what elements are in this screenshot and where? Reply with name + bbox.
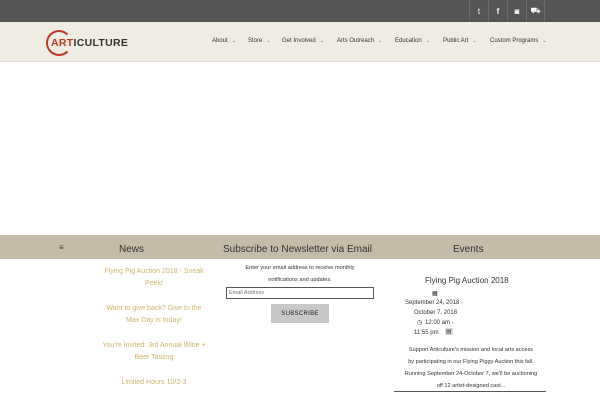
hero-area bbox=[0, 63, 600, 235]
chevron-down-icon: ⌄ bbox=[425, 38, 430, 44]
calendar-icon: ▦ bbox=[432, 291, 438, 297]
event-title[interactable]: Flying Pig Auction 2018 bbox=[425, 276, 509, 285]
event-time-end: 11:55 pm bbox=[414, 330, 439, 336]
nav-arts-outreach[interactable]: Arts Outreach ⌄ bbox=[337, 38, 382, 50]
twitter-icon[interactable]: t bbox=[469, 0, 488, 22]
nav-about[interactable]: About ⌄ bbox=[212, 38, 236, 50]
news-item[interactable]: Limited Hours 10/2-3 bbox=[94, 377, 214, 389]
cart-icon[interactable]: ⛟ bbox=[526, 0, 545, 22]
nav-education[interactable]: Education ⌄ bbox=[395, 38, 430, 50]
chevron-down-icon: ⌄ bbox=[378, 38, 383, 44]
event-date-start: September 24, 2018 - bbox=[405, 300, 464, 306]
newsletter-heading: Subscribe to Newsletter via Email bbox=[223, 244, 372, 255]
event-description: Support Articulture's mission and local … bbox=[404, 347, 538, 389]
chevron-down-icon: ⌄ bbox=[319, 38, 324, 44]
menu-icon[interactable]: ≡ bbox=[59, 243, 64, 252]
nav-public-art[interactable]: Public Art ⌄ bbox=[443, 38, 477, 50]
news-heading: News bbox=[119, 244, 145, 255]
nav-custom-programs[interactable]: Custom Programs ⌄ bbox=[490, 38, 547, 50]
chevron-down-icon: ⌄ bbox=[231, 38, 236, 44]
subscribe-button[interactable]: SUBSCRIBE bbox=[271, 304, 329, 323]
event-time-start: 12:00 am - bbox=[425, 320, 454, 326]
news-item[interactable]: Want to give back? Give to the Max Day is… bbox=[94, 303, 214, 327]
site-logo[interactable]: ARTICULTURE bbox=[46, 30, 136, 56]
newsletter-description: Enter your email address to receive mont… bbox=[245, 265, 355, 283]
event-divider bbox=[394, 391, 546, 392]
event-date-end: October 7, 2018 bbox=[414, 310, 458, 316]
logo-text: ARTICULTURE bbox=[51, 37, 129, 49]
email-field[interactable] bbox=[226, 287, 374, 299]
instagram-icon[interactable]: ◙ bbox=[507, 0, 526, 22]
facebook-icon[interactable]: f bbox=[488, 0, 507, 22]
clock-icon: ◷ bbox=[417, 320, 423, 326]
nav-store[interactable]: Store ⌄ bbox=[248, 38, 271, 50]
chevron-down-icon: ⌄ bbox=[472, 38, 477, 44]
chevron-down-icon: ⌄ bbox=[266, 38, 271, 44]
news-item[interactable]: Flying Pig Auction 2018 - Sneak Peek! bbox=[94, 266, 214, 290]
news-item[interactable]: You're Invited: 3rd Annual Wine + Beer Ta… bbox=[94, 340, 214, 364]
events-heading: Events bbox=[453, 244, 484, 255]
nav-get-involved[interactable]: Get Involved ⌄ bbox=[282, 38, 324, 50]
chevron-down-icon: ⌄ bbox=[542, 38, 547, 44]
ical-icon[interactable]: ▤ bbox=[445, 328, 453, 335]
